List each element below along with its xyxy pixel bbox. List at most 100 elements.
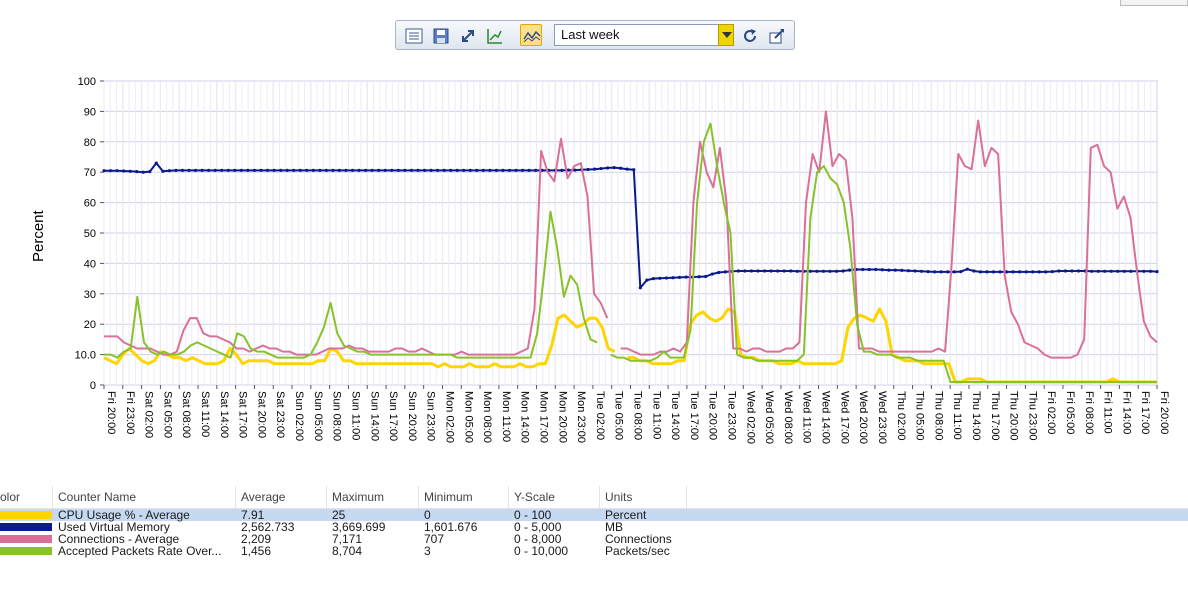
x-tick-label: Thu 23:00 — [1026, 391, 1038, 441]
x-tick-label: Thu 08:00 — [932, 391, 944, 441]
x-tick-label: Fri 20:00 — [1158, 391, 1170, 434]
series-point — [1037, 270, 1041, 274]
x-tick-label: Sun 05:00 — [312, 391, 324, 441]
series-point — [658, 276, 662, 280]
series-point — [396, 168, 400, 172]
col-minimum: Minimum — [424, 490, 473, 504]
series-point — [128, 169, 132, 173]
col-yscale: Y-Scale — [514, 490, 555, 504]
series-point — [481, 168, 485, 172]
series-point — [560, 168, 564, 172]
series-point — [1044, 270, 1048, 274]
series-point — [1155, 270, 1159, 274]
series-point — [318, 168, 322, 172]
x-tick-label: Tue 23:00 — [726, 391, 738, 440]
series-point — [494, 168, 499, 172]
legend-cell-units: Packets/sec — [605, 544, 670, 558]
series-point — [1076, 269, 1081, 273]
series-point — [435, 168, 440, 172]
series-point — [108, 169, 113, 173]
x-tick-label: Wed 02:00 — [744, 391, 756, 444]
x-tick-label: Tue 08:00 — [632, 391, 644, 440]
x-tick-label: Tue 02:00 — [594, 391, 606, 440]
series-point — [167, 169, 172, 173]
x-tick-label: Sat 20:00 — [255, 391, 267, 438]
series-point — [278, 168, 283, 172]
series-point — [1057, 269, 1061, 273]
series-point — [586, 167, 590, 172]
series-point — [311, 168, 315, 172]
y-tick-label: 20 — [84, 319, 96, 331]
legend-row[interactable]: CPU Usage % - Average 7.91 25 0 0 - 100 Perce… — [0, 509, 1188, 521]
series-point — [115, 169, 119, 173]
x-tick-label: Sat 17:00 — [237, 391, 249, 438]
y-tick-label: 100 — [78, 76, 96, 88]
x-tick-label: Fri 08:00 — [1083, 391, 1095, 434]
x-tick-label: Mon 20:00 — [556, 391, 568, 443]
series-point — [305, 168, 309, 172]
series-point — [298, 168, 302, 172]
series-point — [200, 168, 204, 172]
legend-color-swatch — [0, 547, 52, 555]
col-maximum: Maximum — [332, 490, 385, 504]
legend-row[interactable]: Accepted Packets Rate Over... 1,456 8,704 3… — [0, 545, 1188, 557]
series-point — [527, 168, 531, 172]
series-point — [815, 269, 819, 273]
series-point — [422, 168, 427, 172]
series-point — [501, 168, 505, 172]
series-point — [455, 168, 459, 172]
series-point — [1070, 269, 1074, 273]
series-point — [828, 269, 832, 273]
x-tick-label: Wed 23:00 — [876, 391, 888, 444]
series-point — [259, 168, 263, 172]
x-tick-label: Sun 02:00 — [293, 391, 305, 441]
series-point — [606, 166, 610, 170]
x-tick-label: Thu 11:00 — [951, 391, 963, 440]
x-tick-label: Tue 14:00 — [669, 391, 681, 440]
series-point — [220, 168, 224, 172]
series-point — [625, 167, 629, 171]
series-point — [651, 277, 655, 281]
series-point — [252, 168, 257, 172]
series-point — [357, 168, 361, 172]
series-point — [893, 268, 897, 272]
x-tick-label: Mon 02:00 — [443, 391, 455, 443]
x-tick-label: Sat 02:00 — [143, 391, 155, 438]
series-point — [789, 269, 793, 273]
series-point — [1122, 269, 1126, 273]
y-tick-label: 40 — [84, 258, 96, 270]
y-tick-label: 0 — [90, 380, 96, 392]
series-point — [233, 168, 237, 172]
series-point — [664, 276, 669, 280]
y-tick-label: 90 — [84, 106, 96, 118]
x-tick-label: Tue 17:00 — [688, 391, 700, 440]
series-point — [193, 168, 198, 172]
series-point — [350, 168, 355, 172]
series-point — [906, 269, 911, 273]
x-tick-label: Fri 05:00 — [1064, 391, 1076, 434]
y-tick-label: 80 — [84, 137, 96, 149]
x-tick-label: Fri 02:00 — [1045, 391, 1057, 434]
series-point — [383, 168, 387, 172]
series-point — [782, 269, 786, 273]
series-point — [998, 270, 1002, 274]
series-point — [462, 168, 466, 172]
series-point — [985, 270, 989, 274]
series-point — [756, 269, 760, 273]
legend-cell-maximum: 8,704 — [332, 544, 363, 558]
legend-color-swatch — [0, 535, 52, 543]
series-point — [1089, 269, 1094, 273]
x-tick-label: Thu 05:00 — [914, 391, 926, 441]
series-point — [939, 270, 943, 274]
x-tick-label: Sun 20:00 — [406, 391, 418, 441]
legend-cell-yscale: 0 - 10,000 — [514, 544, 569, 558]
series-point — [213, 168, 217, 172]
y-tick-label: 10.0 — [75, 350, 96, 362]
x-tick-label: Sun 11:00 — [349, 391, 361, 440]
series-point — [292, 168, 296, 172]
x-tick-label: Sat 05:00 — [161, 391, 173, 438]
x-tick-label: Sat 11:00 — [199, 391, 211, 437]
x-tick-label: Sun 14:00 — [368, 391, 380, 441]
series-point — [900, 268, 904, 272]
series-point — [874, 267, 878, 272]
